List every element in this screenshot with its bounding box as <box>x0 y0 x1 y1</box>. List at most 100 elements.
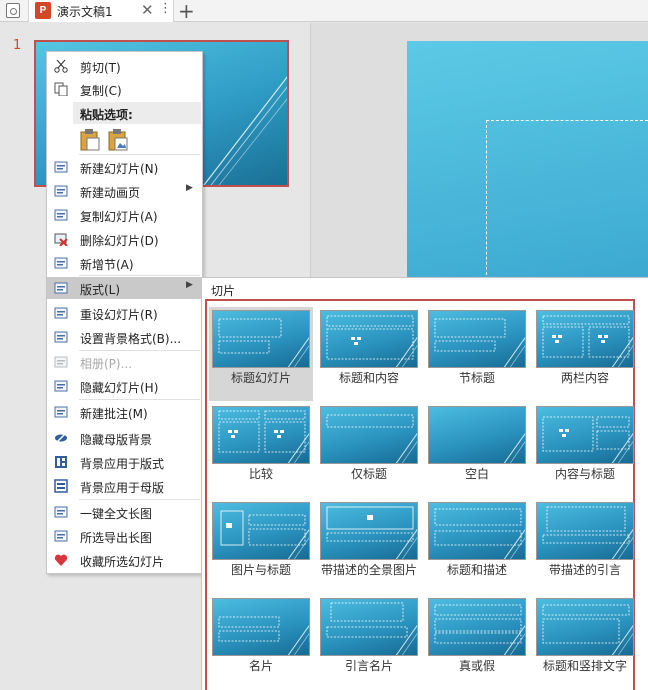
menu-item-copy[interactable]: 复制(C) <box>47 78 202 100</box>
favorite-icon <box>54 553 68 567</box>
menu-item-export-image[interactable]: 所选导出长图 <box>47 525 202 547</box>
layout-thumbnail <box>536 598 634 656</box>
layout-option[interactable]: 两栏内容 <box>533 307 637 401</box>
layout-thumbnail <box>320 310 418 368</box>
menu-item-long-image[interactable]: 一键全文长图 <box>47 501 202 523</box>
layout-thumbnail <box>320 502 418 560</box>
menu-item-comment[interactable]: 新建批注(M) <box>47 401 202 423</box>
menu-item-label: 隐藏母版背景 <box>80 433 153 447</box>
layout-thumbnail <box>320 598 418 656</box>
layout-option[interactable]: 名片 <box>209 595 313 689</box>
layout-icon <box>54 281 68 295</box>
close-icon[interactable]: ✕ <box>141 1 154 19</box>
title-placeholder[interactable] <box>486 120 648 290</box>
layout-thumbnail <box>536 502 634 560</box>
layout-label: 节标题 <box>458 371 495 385</box>
layout-option[interactable]: 图片与标题 <box>209 499 313 593</box>
layout-thumbnail <box>212 502 310 560</box>
paste-options-label: 粘贴选项: <box>80 108 133 122</box>
layout-label: 标题和描述 <box>446 563 507 577</box>
ppt-logo-icon: P <box>35 2 51 19</box>
layout-option[interactable]: 标题和内容 <box>317 307 421 401</box>
menu-item-label: 新建批注(M) <box>80 407 148 421</box>
menu-item-layout[interactable]: 版式(L) ▶ <box>47 277 202 299</box>
paste-options-header: 粘贴选项: <box>73 102 201 124</box>
layout-option[interactable]: 真或假 <box>425 595 529 689</box>
layout-option[interactable]: 标题和竖排文字 <box>533 595 637 689</box>
layout-thumbnail <box>212 406 310 464</box>
paste-as-picture-icon[interactable] <box>107 128 129 152</box>
background-format-icon <box>54 330 68 344</box>
new-slide-icon <box>54 160 68 174</box>
layout-thumbnail <box>536 406 634 464</box>
menu-separator <box>79 399 200 400</box>
layout-option[interactable]: 标题和描述 <box>425 499 529 593</box>
export-image-icon <box>54 529 68 543</box>
home-icon[interactable] <box>6 3 20 18</box>
menu-item-favorite[interactable]: 收藏所选幻灯片 <box>47 549 202 571</box>
layout-flyout: 切片 标题幻灯片 标题和内容 节标题 两栏内容 比较 仅标题 空白 内容与标题 图片与标题 带描述… <box>201 277 648 690</box>
layout-option[interactable]: 引言名片 <box>317 595 421 689</box>
menu-item-label: 设置背景格式(B)... <box>80 332 182 346</box>
menu-item-label: 相册(P)... <box>80 357 133 371</box>
scissors-icon <box>54 59 68 73</box>
layout-thumbnail <box>428 406 526 464</box>
layout-thumbnail <box>428 310 526 368</box>
menu-item-duplicate-slide[interactable]: 复制幻灯片(A) <box>47 204 202 226</box>
layout-option[interactable]: 节标题 <box>425 307 529 401</box>
menu-item-label: 隐藏幻灯片(H) <box>80 381 159 395</box>
delete-slide-icon <box>54 232 68 247</box>
layout-thumbnail <box>212 310 310 368</box>
layout-thumbnail <box>428 598 526 656</box>
layout-label: 标题幻灯片 <box>230 371 291 385</box>
apply-layout-icon <box>54 455 68 469</box>
menu-item-new-slide[interactable]: 新建幻灯片(N) <box>47 156 202 178</box>
paste-keep-format-icon[interactable] <box>79 128 101 152</box>
menu-item-scissors[interactable]: 剪切(T) <box>47 55 202 77</box>
layout-label: 引言名片 <box>344 659 393 673</box>
context-menu: 粘贴选项: 剪切(T) 复制(C) 新建幻灯片(N) 新建动画页 ▶ 复制幻灯片(A) 删除… <box>46 51 203 574</box>
menu-item-new-section[interactable]: 新增节(A) <box>47 252 202 274</box>
layout-option[interactable]: 带描述的全景图片 <box>317 499 421 593</box>
layout-option[interactable]: 内容与标题 <box>533 403 637 497</box>
comment-icon <box>54 405 68 419</box>
menu-item-label: 收藏所选幻灯片 <box>80 555 165 569</box>
more-icon[interactable]: ⋮ <box>159 1 172 16</box>
add-tab-icon[interactable]: + <box>178 0 195 23</box>
submenu-arrow-icon: ▶ <box>186 280 193 290</box>
layout-option[interactable]: 比较 <box>209 403 313 497</box>
layout-section-title: 切片 <box>211 284 236 298</box>
menu-separator <box>79 275 200 276</box>
menu-item-apply-layout[interactable]: 背景应用于版式 <box>47 451 202 473</box>
animation-page-icon <box>54 184 68 198</box>
hide-slide-icon <box>54 379 68 393</box>
layout-label: 比较 <box>248 467 273 481</box>
tab-title: 演示文稿1 <box>57 5 113 19</box>
menu-item-hide-master[interactable]: 隐藏母版背景 <box>47 427 202 449</box>
menu-item-label: 背景应用于版式 <box>80 457 165 471</box>
menu-item-apply-master[interactable]: 背景应用于母版 <box>47 475 202 497</box>
layout-label: 标题和内容 <box>338 371 399 385</box>
layout-label: 内容与标题 <box>554 467 615 481</box>
menu-item-reset-slide[interactable]: 重设幻灯片(R) <box>47 302 202 324</box>
layout-option[interactable]: 标题幻灯片 <box>209 307 313 401</box>
layout-option[interactable]: 带描述的引言 <box>533 499 637 593</box>
menu-item-delete-slide[interactable]: 删除幻灯片(D) <box>47 228 202 250</box>
menu-item-animation-page[interactable]: 新建动画页 ▶ <box>47 180 202 202</box>
document-tab[interactable]: P 演示文稿1 ✕ ⋮ <box>28 0 174 22</box>
layout-option[interactable]: 仅标题 <box>317 403 421 497</box>
menu-item-label: 所选导出长图 <box>80 531 153 545</box>
slide-number: 1 <box>13 38 22 53</box>
menu-item-label: 复制幻灯片(A) <box>80 210 158 224</box>
menu-item-background-format[interactable]: 设置背景格式(B)... <box>47 326 202 348</box>
layout-label: 仅标题 <box>350 467 387 481</box>
menu-item-hide-slide[interactable]: 隐藏幻灯片(H) <box>47 375 202 397</box>
menu-item-album[interactable]: 相册(P)... <box>47 351 202 373</box>
layout-label: 真或假 <box>458 659 495 673</box>
menu-item-label: 新建动画页 <box>80 186 141 200</box>
long-image-icon <box>54 505 68 519</box>
apply-master-icon <box>54 479 68 493</box>
layout-label: 名片 <box>248 659 273 673</box>
new-section-icon <box>54 256 68 270</box>
layout-option[interactable]: 空白 <box>425 403 529 497</box>
